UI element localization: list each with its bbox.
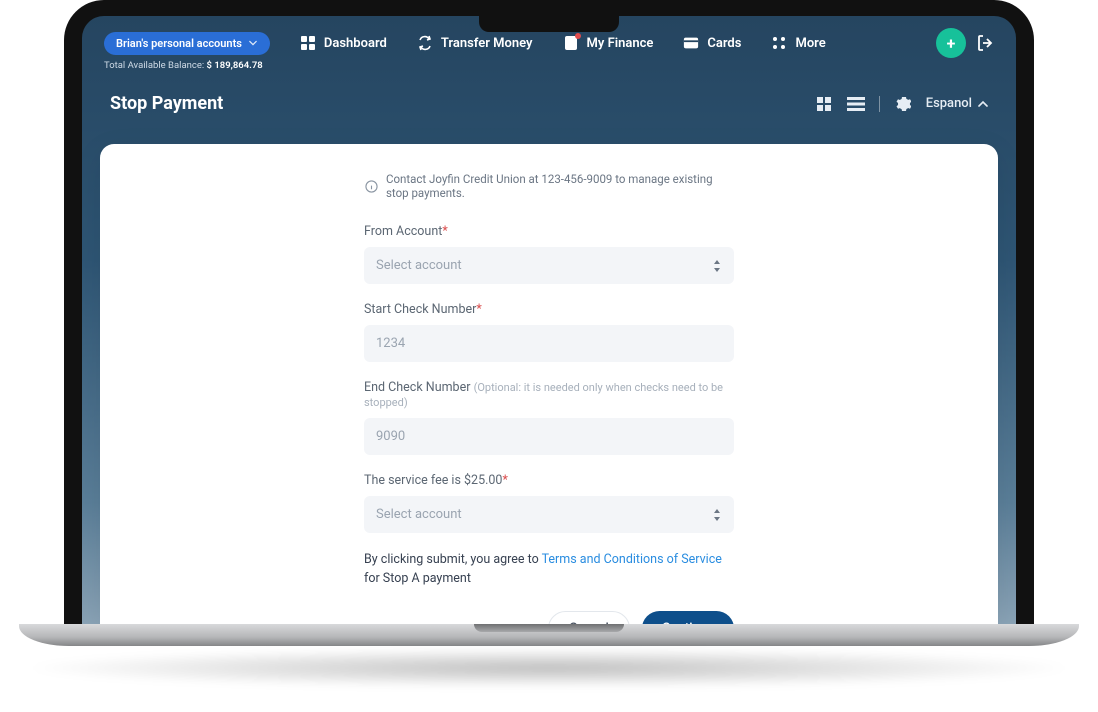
nav-items: Dashboard Transfer Money My Finance [300, 35, 826, 51]
nav-transfer[interactable]: Transfer Money [417, 35, 533, 51]
info-text: Contact Joyfin Credit Union at 123-456-9… [386, 172, 734, 200]
agreement-text: By clicking submit, you agree to Terms a… [364, 551, 734, 589]
from-account-label: From Account* [364, 224, 734, 239]
nav-cards-label: Cards [707, 36, 741, 51]
start-check-label: Start Check Number* [364, 302, 734, 317]
divider [879, 96, 880, 112]
form-actions: Cancel Continue [364, 611, 734, 625]
laptop-notch [479, 16, 619, 32]
list-view-icon[interactable] [847, 95, 865, 113]
content-card: Contact Joyfin Credit Union at 123-456-9… [100, 144, 998, 624]
start-check-input[interactable] [364, 325, 734, 362]
more-icon [771, 35, 787, 51]
balance-label: Total Available Balance: [104, 60, 204, 71]
from-account-select[interactable] [364, 247, 734, 284]
info-banner: Contact Joyfin Credit Union at 123-456-9… [364, 172, 734, 200]
end-check-input[interactable] [364, 418, 734, 455]
nav-myfinance[interactable]: My Finance [563, 35, 654, 51]
laptop-shadow [19, 648, 1079, 688]
grid-view-icon[interactable] [815, 95, 833, 113]
myfinance-icon [563, 35, 579, 51]
transfer-icon [417, 35, 433, 51]
account-selector[interactable]: Brian's personal accounts [104, 32, 270, 55]
screen: Brian's personal accounts Dashboard Tra [82, 16, 1016, 624]
terms-link[interactable]: Terms and Conditions of Service [542, 552, 722, 567]
page-title-row: Stop Payment Espanol [82, 71, 1016, 132]
service-fee-label: The service fee is $25.00* [364, 473, 734, 488]
plus-icon: + [947, 34, 956, 53]
language-selector[interactable]: Espanol [926, 96, 988, 111]
field-from-account: From Account* [364, 224, 734, 284]
cards-icon [683, 35, 699, 51]
field-start-check: Start Check Number* [364, 302, 734, 362]
logout-button[interactable] [976, 34, 994, 52]
info-icon [364, 179, 378, 193]
chevron-up-icon [978, 99, 988, 109]
dashboard-icon [300, 35, 316, 51]
field-service-fee: The service fee is $25.00* [364, 473, 734, 533]
notification-dot-icon [575, 33, 581, 39]
balance-value: $ 189,864.78 [207, 60, 263, 71]
language-label: Espanol [926, 96, 972, 111]
balance-line: Total Available Balance: $ 189,864.78 [82, 58, 1016, 71]
settings-icon[interactable] [894, 95, 912, 113]
page-title: Stop Payment [110, 93, 223, 114]
end-check-label: End Check Number (Optional: it is needed… [364, 380, 734, 410]
nav-cards[interactable]: Cards [683, 35, 741, 51]
stop-payment-form: Contact Joyfin Credit Union at 123-456-9… [364, 172, 734, 624]
sort-icon [712, 508, 722, 522]
nav-myfinance-label: My Finance [587, 36, 654, 51]
account-selector-label: Brian's personal accounts [116, 37, 242, 50]
sort-icon [712, 259, 722, 273]
page-title-actions: Espanol [815, 95, 988, 113]
fee-account-select[interactable] [364, 496, 734, 533]
nav-transfer-label: Transfer Money [441, 36, 533, 51]
nav-more[interactable]: More [771, 35, 825, 51]
cancel-button[interactable]: Cancel [548, 611, 630, 625]
nav-more-label: More [795, 36, 825, 51]
nav-dashboard-label: Dashboard [324, 36, 387, 51]
nav-dashboard[interactable]: Dashboard [300, 35, 387, 51]
laptop-frame: Brian's personal accounts Dashboard Tra [64, 0, 1034, 640]
add-button[interactable]: + [936, 28, 966, 58]
continue-button[interactable]: Continue [642, 611, 734, 625]
chevron-down-icon [248, 38, 258, 48]
field-end-check: End Check Number (Optional: it is needed… [364, 380, 734, 455]
laptop-base [19, 624, 1079, 646]
